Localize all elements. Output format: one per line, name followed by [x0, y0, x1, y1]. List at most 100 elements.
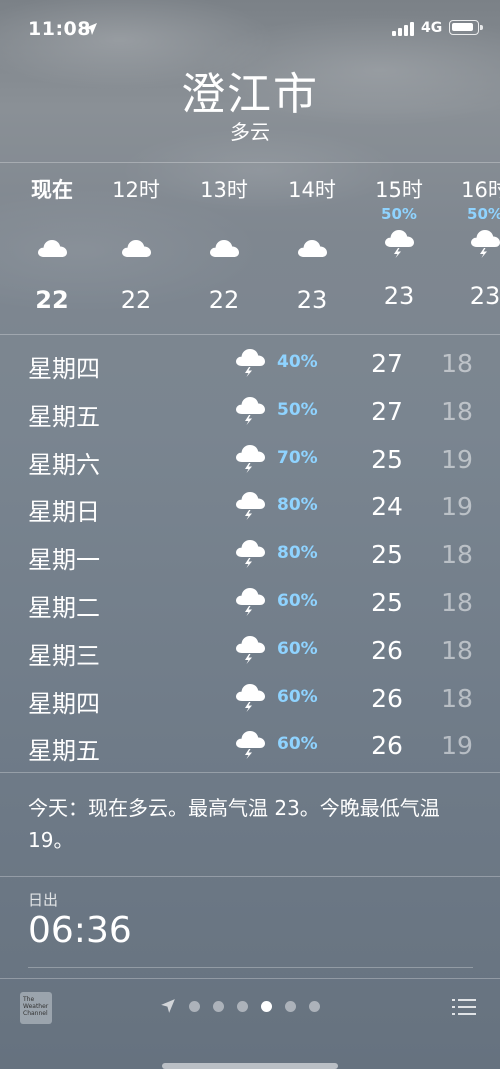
- page-dot-active[interactable]: [261, 1000, 272, 1012]
- day-name: 星期五: [28, 737, 100, 766]
- thunderstorm-icon: [471, 230, 500, 258]
- day-name: 星期五: [28, 402, 100, 431]
- hour-label: 13时: [200, 178, 248, 202]
- hourly-item: 13时 22: [184, 176, 264, 314]
- current-location-icon: [161, 999, 175, 1013]
- day-name: 星期四: [28, 355, 100, 383]
- divider: [0, 978, 500, 979]
- divider: [0, 334, 500, 335]
- day-low: 19: [441, 492, 473, 522]
- day-precip: 60%: [277, 591, 318, 611]
- hour-precip: [184, 204, 264, 224]
- hour-temp: 22: [35, 286, 69, 314]
- daily-row: 星期六 70% 25 19: [0, 437, 500, 485]
- daily-row: 星期二 60% 25 18: [0, 580, 500, 628]
- day-low: 19: [441, 444, 473, 474]
- hour-precip: [272, 204, 352, 224]
- hour-temp: 22: [120, 286, 152, 314]
- page-dot[interactable]: [285, 1000, 296, 1012]
- hour-temp: 23: [296, 286, 328, 314]
- day-low: 18: [441, 349, 473, 378]
- day-name: 星期二: [28, 594, 100, 622]
- thunderstorm-icon: [234, 683, 266, 715]
- page-indicator[interactable]: [160, 996, 320, 1016]
- current-condition: 多云: [230, 120, 270, 144]
- hour-temp: 23: [469, 282, 500, 310]
- day-low: 18: [441, 588, 473, 617]
- thunderstorm-icon: [234, 730, 266, 762]
- thunderstorm-icon: [234, 539, 266, 571]
- day-high: 26: [371, 635, 403, 665]
- hour-label: 14时: [288, 178, 336, 202]
- page-dot[interactable]: [237, 1000, 248, 1012]
- day-high: 26: [371, 683, 403, 713]
- daily-row: 星期日 80% 24 19: [0, 484, 500, 532]
- thunderstorm-icon: [234, 348, 266, 380]
- day-high: 24: [371, 492, 403, 522]
- day-precip: 40%: [277, 352, 318, 372]
- sunrise-label: 日出: [28, 891, 59, 909]
- thunderstorm-icon: [385, 230, 414, 258]
- day-low: 18: [441, 635, 473, 665]
- cloud-icon: [38, 240, 67, 257]
- divider: [0, 772, 500, 773]
- cellular-signal-icon: [392, 22, 416, 36]
- day-name: 星期三: [28, 641, 100, 670]
- hour-precip: 50%: [381, 205, 417, 223]
- hour-precip: [12, 204, 92, 224]
- hour-precip: 50%: [467, 205, 500, 223]
- day-low: 18: [441, 683, 473, 713]
- daily-row: 星期五 60% 26 19: [0, 723, 500, 771]
- hourly-item: 15时 50% 23: [359, 176, 439, 310]
- battery-icon: [449, 20, 483, 35]
- location-arrow-icon: [85, 23, 97, 35]
- thunderstorm-icon: [234, 491, 266, 523]
- daily-row: 星期五 50% 27 18: [0, 389, 500, 437]
- day-precip: 50%: [277, 399, 318, 420]
- daily-row: 星期三 60% 26 18: [0, 628, 500, 676]
- day-precip: 60%: [277, 638, 318, 659]
- hourly-item: 16时 50% 23: [445, 176, 500, 310]
- sunrise-time: 06:36: [28, 910, 132, 951]
- thunderstorm-icon: [234, 635, 266, 667]
- divider: [0, 162, 500, 163]
- day-high: 27: [371, 349, 403, 378]
- status-time: 11:08: [28, 18, 91, 40]
- today-summary: 今天：现在多云。最高气温 23。今晚最低气温 19。: [28, 796, 440, 852]
- list-icon[interactable]: [452, 998, 476, 1016]
- hourly-item: 现在 22: [12, 176, 92, 314]
- hour-label: 12时: [112, 178, 160, 202]
- day-name: 星期六: [28, 450, 100, 479]
- divider: [28, 967, 473, 968]
- divider: [0, 876, 500, 877]
- daily-row: 星期四 60% 26 18: [0, 676, 500, 724]
- hour-label: 15时: [375, 178, 423, 202]
- page-dot[interactable]: [213, 1000, 224, 1012]
- home-indicator[interactable]: [162, 1063, 338, 1069]
- hourly-item: 12时 22: [96, 176, 176, 314]
- thunderstorm-icon: [234, 396, 266, 428]
- hour-temp: 23: [383, 282, 415, 310]
- day-name: 星期日: [28, 498, 100, 527]
- day-precip: 80%: [277, 543, 318, 564]
- daily-row: 星期四 40% 27 18: [0, 341, 500, 389]
- day-name: 星期一: [28, 546, 100, 575]
- thunderstorm-icon: [234, 444, 266, 476]
- day-low: 18: [441, 540, 473, 570]
- hour-label: 16时: [461, 178, 500, 202]
- day-high: 27: [371, 396, 403, 426]
- weather-channel-logo[interactable]: The Weather Channel: [20, 992, 52, 1024]
- thunderstorm-icon: [234, 587, 266, 619]
- page-dot[interactable]: [189, 1000, 200, 1012]
- day-precip: 60%: [277, 734, 318, 755]
- day-low: 18: [441, 396, 473, 426]
- city-name: 澄江市: [181, 69, 319, 120]
- hour-precip: [96, 204, 176, 224]
- hour-temp: 22: [208, 286, 240, 314]
- day-precip: 80%: [277, 495, 318, 516]
- day-high: 25: [371, 444, 403, 474]
- day-low: 19: [441, 731, 473, 761]
- page-dot[interactable]: [309, 1000, 320, 1012]
- cloud-icon: [122, 240, 151, 257]
- hour-label: 现在: [31, 178, 73, 202]
